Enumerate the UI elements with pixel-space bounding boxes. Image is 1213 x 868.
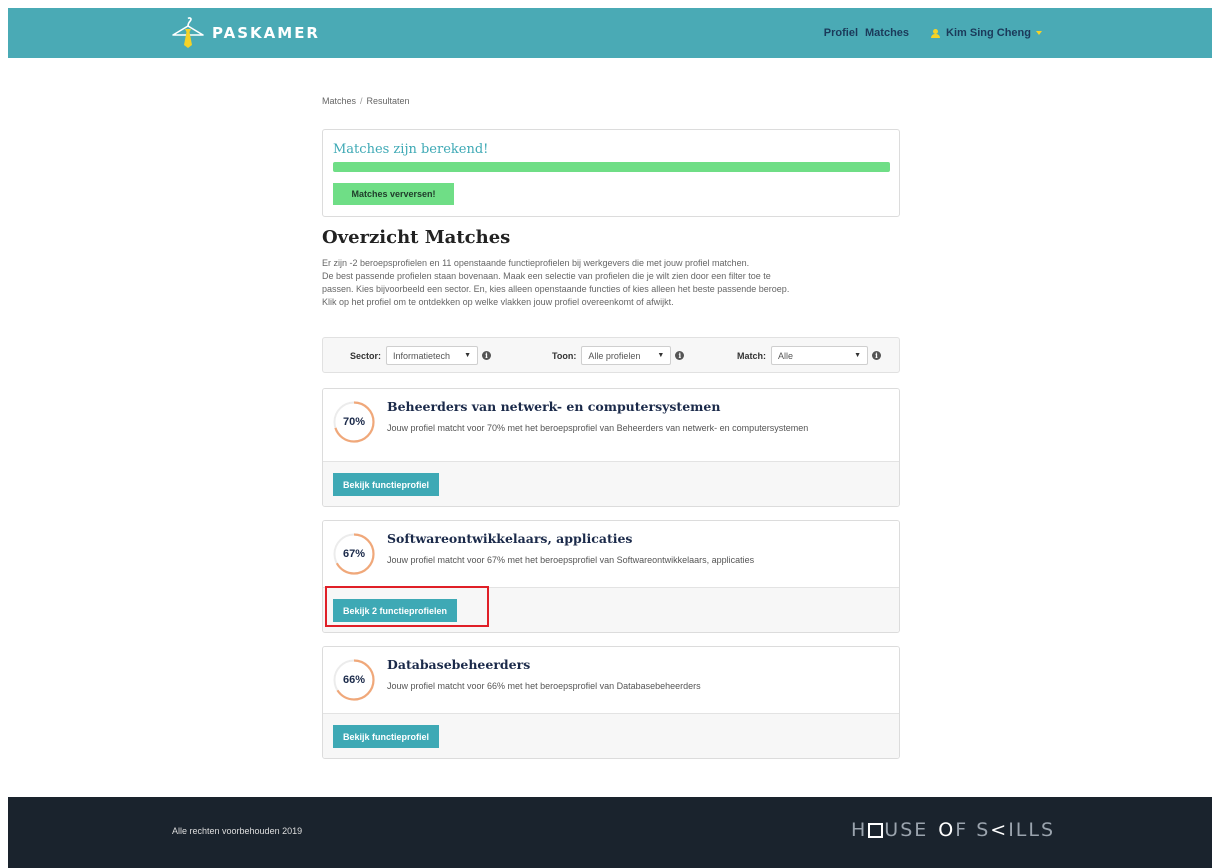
page: PASKAMER Profiel Matches Kim Sing Cheng …: [0, 0, 1213, 868]
toon-select[interactable]: Alle profielen ▼: [581, 346, 672, 365]
sector-select[interactable]: Informatietech ▼: [386, 346, 479, 365]
intro-line: De best passende profielen staan bovenaa…: [322, 271, 771, 281]
sector-select-value: Informatietech: [393, 350, 451, 361]
match-card: 70% Beheerders van netwerk- en computers…: [322, 388, 900, 507]
brand-name: PASKAMER: [212, 24, 320, 42]
match-card-footer: Bekijk functieprofiel: [323, 713, 899, 758]
nav-matches-link[interactable]: Matches: [865, 27, 909, 39]
info-icon[interactable]: i: [482, 351, 492, 360]
intro-line: Er zijn -2 beroepsprofielen en 11 openst…: [322, 258, 750, 268]
page-title: Overzicht Matches: [322, 227, 511, 248]
intro-line: passen. Kies bijvoorbeeld een sector. En…: [322, 284, 790, 294]
match-title[interactable]: Databasebeheerders: [387, 657, 530, 672]
logo-chevron-icon: <: [990, 819, 1009, 841]
match-card: 66% Databasebeheerders Jouw profiel matc…: [322, 646, 900, 759]
match-select[interactable]: Alle ▼: [771, 346, 868, 365]
filter-bar: Sector: Informatietech ▼ i Toon: Alle pr…: [322, 337, 900, 373]
nav-links: Profiel Matches Kim Sing Cheng: [817, 8, 1042, 58]
select-arrow-icon: ▼: [657, 352, 665, 359]
intro-line: Klik op het profiel om te ontdekken op w…: [322, 297, 674, 307]
match-percentage: 66%: [342, 674, 366, 686]
sector-filter: Sector: Informatietech ▼ i: [350, 346, 492, 365]
logo-part: H: [851, 819, 868, 841]
breadcrumb: Matches / Resultaten: [322, 96, 410, 106]
user-name: Kim Sing Cheng: [946, 27, 1031, 39]
match-card-body[interactable]: 66% Databasebeheerders Jouw profiel matc…: [323, 647, 899, 713]
chevron-down-icon: [1036, 31, 1042, 35]
breadcrumb-separator: /: [360, 96, 363, 106]
refresh-matches-button[interactable]: Matches verversen!: [333, 183, 454, 205]
match-description: Jouw profiel matcht voor 67% met het ber…: [387, 555, 755, 565]
toon-select-value: Alle profielen: [588, 350, 641, 361]
info-icon[interactable]: i: [675, 351, 685, 360]
match-title[interactable]: Softwareontwikkelaars, applicaties: [387, 531, 632, 546]
hanger-tie-icon: [172, 17, 204, 48]
nav-profiel-link[interactable]: Profiel: [824, 27, 858, 39]
view-function-profile-button[interactable]: Bekijk functieprofiel: [333, 725, 440, 748]
match-select-value: Alle: [778, 350, 794, 361]
match-card-body[interactable]: 70% Beheerders van netwerk- en computers…: [323, 389, 899, 461]
logo-part: USE: [884, 819, 929, 841]
match-description: Jouw profiel matcht voor 70% met het ber…: [387, 423, 809, 433]
house-of-skills-logo[interactable]: H USE O F S < ILLS: [851, 819, 1055, 841]
sector-label: Sector:: [350, 350, 382, 361]
info-icon[interactable]: i: [872, 351, 881, 360]
footer: Alle rechten voorbehouden 2019 H USE O F S <…: [8, 797, 1212, 868]
match-title[interactable]: Beheerders van netwerk- en computersyste…: [387, 399, 720, 414]
top-navbar: PASKAMER Profiel Matches Kim Sing Cheng: [8, 8, 1212, 58]
match-status-card: Matches zijn berekend! Matches verversen…: [322, 129, 900, 217]
toon-filter: Toon: Alle profielen ▼ i: [552, 346, 685, 365]
status-title: Matches zijn berekend!: [333, 142, 489, 157]
match-label: Match:: [737, 350, 766, 361]
intro-text: Er zijn -2 beroepsprofielen en 11 openst…: [322, 257, 907, 309]
breadcrumb-matches-link[interactable]: Matches: [322, 96, 356, 106]
select-arrow-icon: ▼: [854, 352, 861, 359]
breadcrumb-current: Resultaten: [366, 96, 410, 106]
match-description: Jouw profiel matcht voor 66% met het ber…: [387, 681, 701, 691]
toon-label: Toon:: [552, 350, 577, 361]
match-percentage: 67%: [342, 548, 366, 560]
logo-square-icon: [868, 822, 884, 838]
progress-bar: [333, 162, 890, 172]
view-function-profile-button[interactable]: Bekijk functieprofiel: [333, 473, 440, 496]
match-percentage: 70%: [342, 416, 366, 428]
match-filter: Match: Alle ▼ i: [737, 346, 881, 365]
logo-part: F S: [955, 819, 991, 841]
logo-part: O: [938, 819, 956, 841]
user-icon: [931, 28, 941, 38]
select-arrow-icon: ▼: [464, 352, 472, 359]
highlight-box: [325, 586, 489, 627]
brand-logo[interactable]: PASKAMER: [170, 14, 320, 52]
user-menu[interactable]: Kim Sing Cheng: [931, 27, 1042, 39]
copyright-text: Alle rechten voorbehouden 2019: [172, 826, 303, 836]
logo-part: ILLS: [1008, 819, 1056, 841]
match-card-body[interactable]: 67% Softwareontwikkelaars, applicaties J…: [323, 521, 899, 587]
match-card-footer: Bekijk functieprofiel: [323, 461, 899, 506]
